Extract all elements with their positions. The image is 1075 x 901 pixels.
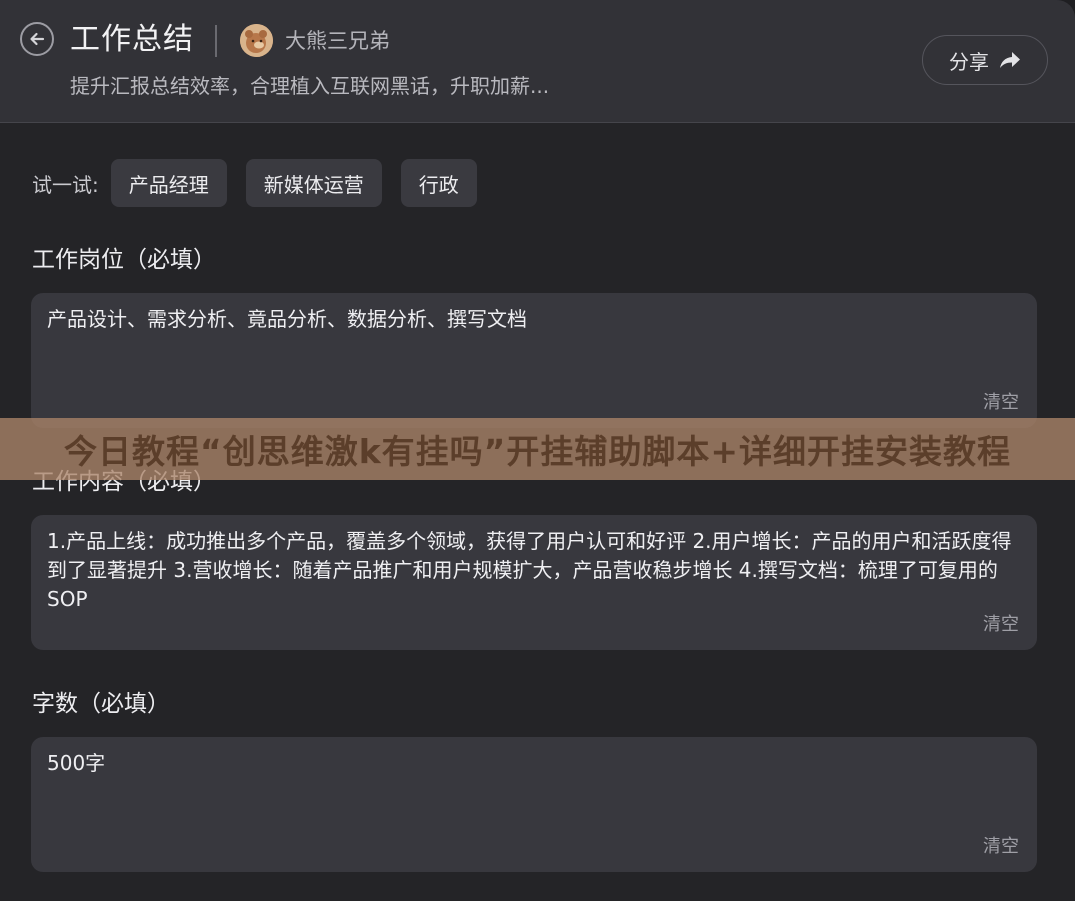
wordcount-value[interactable]: 500字 xyxy=(47,749,1021,778)
back-button[interactable] xyxy=(20,22,54,56)
share-label: 分享 xyxy=(949,49,989,74)
try-row: 试一试: 产品经理 新媒体运营 行政 xyxy=(32,159,496,207)
chip-admin[interactable]: 行政 xyxy=(400,159,477,207)
page-title: 工作总结 xyxy=(70,22,194,57)
content-clear-button[interactable]: 清空 xyxy=(983,610,1019,636)
wordcount-label: 字数（必填） xyxy=(32,691,170,717)
chip-new-media-ops[interactable]: 新媒体运营 xyxy=(245,159,382,207)
bear-avatar-icon xyxy=(240,24,273,57)
content-value[interactable]: 1.产品上线：成功推出多个产品，覆盖多个领域，获得了用户认可和好评 2.用户增长… xyxy=(47,527,1021,614)
try-label: 试一试: xyxy=(32,172,99,197)
chip-product-manager[interactable]: 产品经理 xyxy=(110,159,227,207)
banner-text: 今日教程“创思维激k有挂吗”开挂辅助脚本+详细开挂安装教程 xyxy=(64,432,1011,471)
position-input[interactable]: 产品设计、需求分析、竟品分析、数据分析、撰写文档 清空 xyxy=(31,293,1037,428)
wordcount-clear-button[interactable]: 清空 xyxy=(983,832,1019,858)
arrow-left-icon xyxy=(30,32,45,46)
overlay-banner: 今日教程“创思维激k有挂吗”开挂辅助脚本+详细开挂安装教程 xyxy=(0,418,1075,480)
wordcount-input[interactable]: 500字 清空 xyxy=(31,737,1037,872)
avatar[interactable] xyxy=(240,24,273,57)
share-arrow-icon xyxy=(1000,52,1020,68)
app-window: 工作总结 大熊三兄弟 提升汇报总结效率，合理植入互联网黑话，升职加薪... 分享… xyxy=(0,0,1075,901)
content-input[interactable]: 1.产品上线：成功推出多个产品，覆盖多个领域，获得了用户认可和好评 2.用户增长… xyxy=(31,515,1037,650)
header: 工作总结 大熊三兄弟 提升汇报总结效率，合理植入互联网黑话，升职加薪... 分享 xyxy=(0,0,1075,123)
position-label: 工作岗位（必填） xyxy=(32,247,216,273)
title-divider xyxy=(215,25,217,57)
author-name[interactable]: 大熊三兄弟 xyxy=(285,26,390,56)
page-subtitle: 提升汇报总结效率，合理植入互联网黑话，升职加薪... xyxy=(70,74,550,98)
share-button[interactable]: 分享 xyxy=(922,35,1048,85)
position-clear-button[interactable]: 清空 xyxy=(983,388,1019,414)
position-value[interactable]: 产品设计、需求分析、竟品分析、数据分析、撰写文档 xyxy=(47,305,1021,334)
